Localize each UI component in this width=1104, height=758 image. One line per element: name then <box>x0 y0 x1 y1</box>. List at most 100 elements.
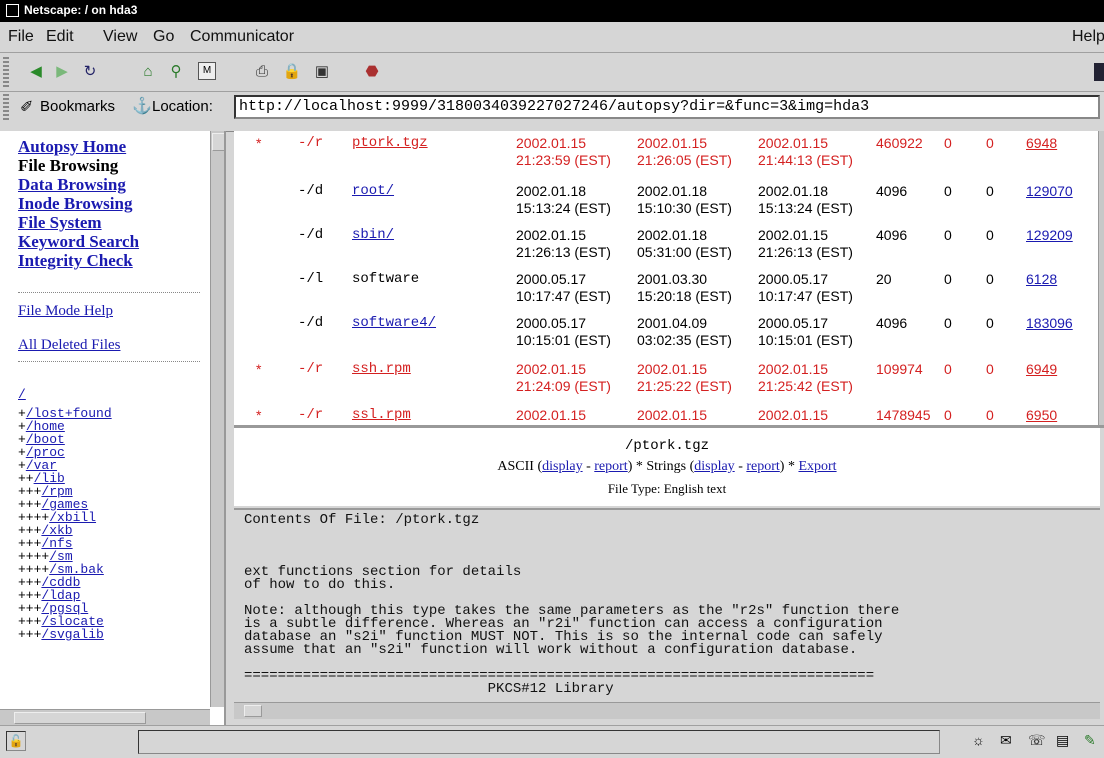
home-icon[interactable]: ⌂ <box>138 62 158 82</box>
composer-icon[interactable]: ▤ <box>1056 732 1069 749</box>
file-gid: 0 <box>986 183 994 199</box>
modified-time: 2002.01.15 21:23:59 (EST) <box>516 135 611 169</box>
file-name-link[interactable]: software4/ <box>352 315 436 331</box>
file-gid: 0 <box>986 361 994 377</box>
file-type-cell: -/d <box>298 183 324 199</box>
inode-link[interactable]: 6950 <box>1026 407 1057 423</box>
inode-link[interactable]: 6128 <box>1026 271 1057 287</box>
file-contents-text: Contents Of File: /ptork.tgz ext functio… <box>244 512 900 697</box>
file-name-link[interactable]: ssl.rpm <box>352 407 411 423</box>
security-lock-icon[interactable]: 🔓 <box>6 731 26 751</box>
file-name-link[interactable]: ssh.rpm <box>352 361 411 377</box>
navigation-frame: Autopsy Home File Browsing Data Browsing… <box>0 131 226 725</box>
ascii-display-link[interactable]: display <box>542 459 582 474</box>
file-type-cell: -/r <box>298 407 324 423</box>
file-list-scrollbar[interactable] <box>1098 131 1104 425</box>
location-grip[interactable] <box>3 94 9 122</box>
nav-data-browsing[interactable]: Data Browsing <box>18 175 139 194</box>
menu-edit[interactable]: Edit <box>46 28 74 46</box>
security-icon[interactable]: 🔒 <box>282 62 302 82</box>
all-deleted-files-link[interactable]: All Deleted Files <box>18 337 120 354</box>
file-row: * -/r ssl.rpm 2002.01.15 2002.01.15 2002.01.1… <box>234 403 1100 425</box>
file-name-link[interactable]: sbin/ <box>352 227 394 243</box>
status-message <box>138 730 940 754</box>
tree-dir-link[interactable]: /svgalib <box>41 627 103 642</box>
changed-time: 2002.01.15 21:44:13 (EST) <box>758 135 853 169</box>
menu-view[interactable]: View <box>103 28 137 46</box>
tree-item: +++/svgalib <box>18 628 112 641</box>
inode-link[interactable]: 6948 <box>1026 135 1057 151</box>
nav-integrity-check[interactable]: Integrity Check <box>18 251 139 270</box>
discussion-icon[interactable]: ☏ <box>1028 732 1046 749</box>
inode-link[interactable]: 129070 <box>1026 183 1073 199</box>
edit-icon[interactable]: ✎ <box>1084 732 1096 749</box>
file-size: 4096 <box>876 183 908 199</box>
print-icon[interactable]: ⎙ <box>252 62 272 82</box>
toolbar-grip[interactable] <box>3 57 9 87</box>
url-input[interactable]: http://localhost:9999/318003403922702724… <box>234 95 1100 119</box>
scroll-thumb[interactable] <box>14 712 146 724</box>
changed-time: 2000.05.17 10:17:47 (EST) <box>758 271 853 305</box>
modified-time: 2000.05.17 10:17:47 (EST) <box>516 271 611 305</box>
nav-autopsy-home[interactable]: Autopsy Home <box>18 137 139 156</box>
file-row: -/d sbin/2002.01.15 21:26:13 (EST) 2002.01.… <box>234 223 1100 273</box>
navigation-toolbar: ◀ ▶ ↻ ⌂ ⚲ M ⎙ 🔒 ▣ ⬣ <box>0 53 1104 92</box>
file-uid: 0 <box>944 315 952 331</box>
mail-icon[interactable]: ✉ <box>1000 732 1012 749</box>
inode-link[interactable]: 183096 <box>1026 315 1073 331</box>
strings-report-link[interactable]: report <box>746 459 779 474</box>
export-link[interactable]: Export <box>798 459 836 474</box>
inode-link[interactable]: 129209 <box>1026 227 1073 243</box>
scroll-thumb[interactable] <box>244 705 262 717</box>
file-name-link[interactable]: root/ <box>352 183 394 199</box>
changed-time: 2002.01.15 21:25:42 (EST) <box>758 361 853 395</box>
contents-horizontal-scrollbar[interactable] <box>234 702 1100 719</box>
file-uid: 0 <box>944 361 952 377</box>
modified-time: 2002.01.15 <box>516 407 586 424</box>
back-icon[interactable]: ◀ <box>26 62 46 82</box>
bookmarks-icon[interactable]: ✐ <box>20 97 33 117</box>
my-netscape-icon[interactable]: M <box>198 62 216 80</box>
menu-help[interactable]: Help <box>1072 28 1104 46</box>
shop-icon[interactable]: ▣ <box>312 62 332 82</box>
location-icon: ⚓ <box>132 98 152 115</box>
nav-horizontal-scrollbar[interactable] <box>0 709 210 725</box>
file-name-link[interactable]: ptork.tgz <box>352 135 428 151</box>
inode-link[interactable]: 6949 <box>1026 361 1057 377</box>
bookmarks-button[interactable]: Bookmarks <box>40 98 115 115</box>
menu-file[interactable]: File <box>8 28 34 46</box>
menu-go[interactable]: Go <box>153 28 174 46</box>
file-uid: 0 <box>944 135 952 151</box>
file-row: * -/r ssh.rpm 2002.01.15 21:24:09 (EST) 2002.… <box>234 357 1100 407</box>
accessed-time: 2002.01.15 21:25:22 (EST) <box>637 361 732 395</box>
date-text: 2002.01.15 <box>758 407 829 423</box>
reload-icon[interactable]: ↻ <box>80 62 100 82</box>
strings-display-link[interactable]: display <box>694 459 734 474</box>
netscape-logo <box>1094 63 1104 81</box>
root-dir-link[interactable]: / <box>18 387 26 402</box>
file-name-link: software <box>352 271 420 287</box>
window-titlebar: Netscape: / on hda3 <box>0 0 1104 22</box>
ascii-report-link[interactable]: report <box>594 459 627 474</box>
nav-file-system[interactable]: File System <box>18 213 139 232</box>
changed-time: 2002.01.18 15:13:24 (EST) <box>758 183 853 217</box>
nav-inode-browsing[interactable]: Inode Browsing <box>18 194 139 213</box>
changed-time: 2002.01.15 21:26:13 (EST) <box>758 227 853 261</box>
nav-vertical-scrollbar[interactable] <box>210 131 224 707</box>
forward-icon[interactable]: ▶ <box>52 62 72 82</box>
navigator-icon[interactable]: ☼ <box>972 732 985 748</box>
search-icon[interactable]: ⚲ <box>166 62 186 82</box>
nav-separator <box>18 292 200 293</box>
date-text: 2000.05.17 <box>516 315 587 331</box>
window-menu-button[interactable] <box>6 4 19 17</box>
scroll-thumb[interactable] <box>212 133 224 151</box>
menu-communicator[interactable]: Communicator <box>190 28 294 46</box>
stop-icon[interactable]: ⬣ <box>362 62 382 82</box>
date-text: 2001.04.09 <box>637 315 708 331</box>
nav-keyword-search[interactable]: Keyword Search <box>18 232 139 251</box>
file-mode-help-link[interactable]: File Mode Help <box>18 303 113 320</box>
file-size: 20 <box>876 271 892 287</box>
file-size: 4096 <box>876 315 908 331</box>
date-text: 2000.05.17 <box>758 271 829 287</box>
date-text: 2002.01.15 <box>758 227 829 243</box>
